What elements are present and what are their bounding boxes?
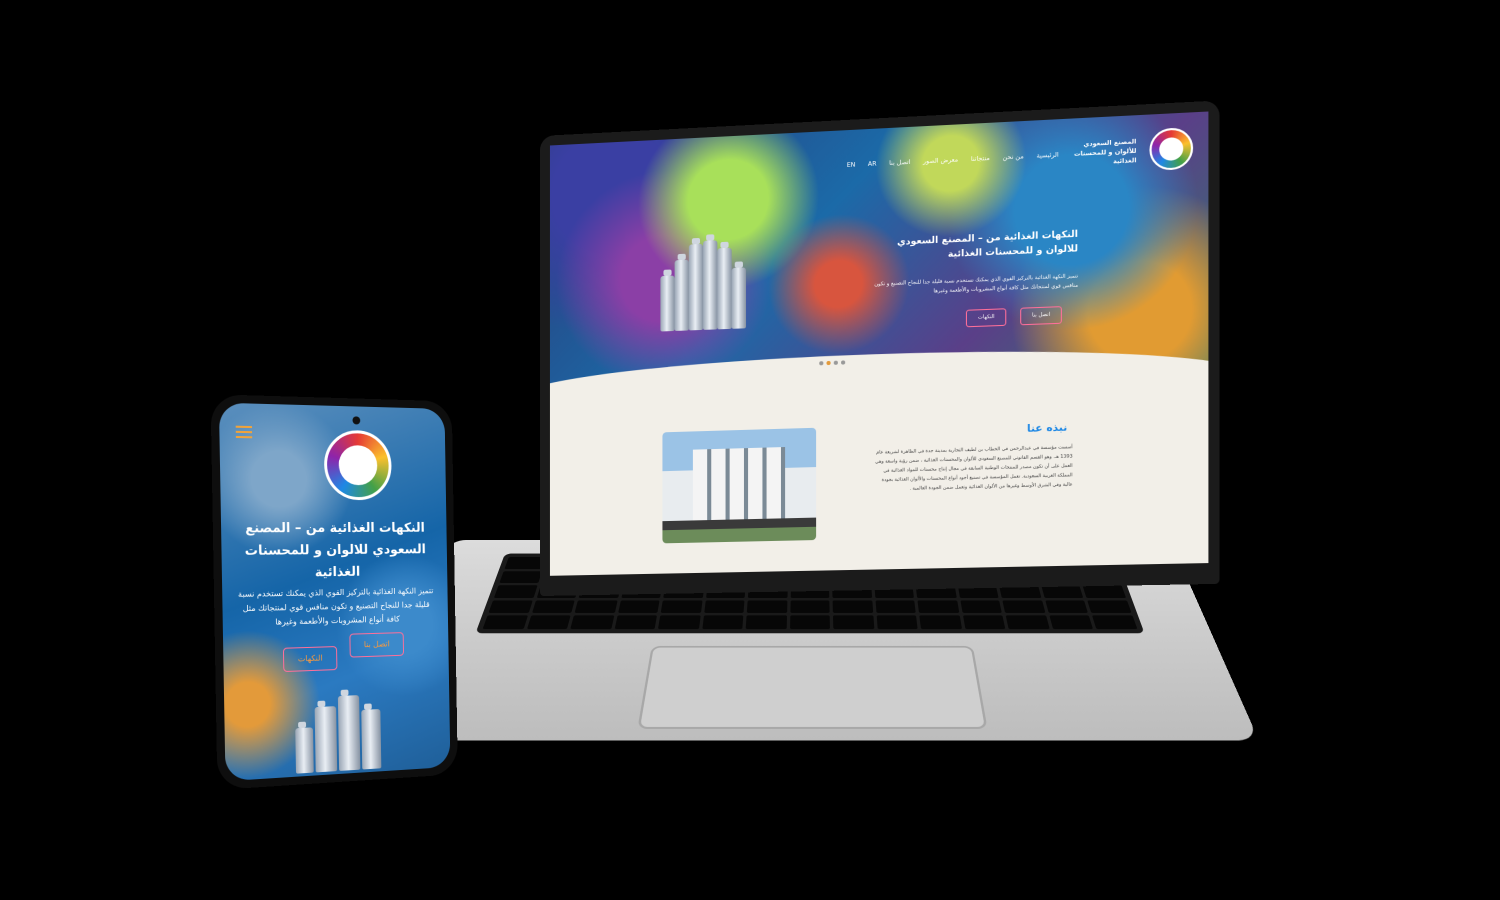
bottle bbox=[338, 695, 360, 771]
flavors-button[interactable]: النكهات bbox=[966, 308, 1006, 327]
hero-section: المصنع السعودي للألوان و للمحسنات الغذائ… bbox=[550, 111, 1208, 395]
keyboard-key bbox=[876, 616, 918, 629]
nav-home[interactable]: الرئيسية bbox=[1037, 151, 1059, 159]
about-heading: نبذه عنا bbox=[1027, 422, 1067, 435]
keyboard-key bbox=[920, 616, 962, 629]
keyboard-key bbox=[618, 600, 660, 613]
bottle bbox=[660, 275, 674, 331]
keyboard-key bbox=[963, 616, 1006, 629]
site-logo[interactable] bbox=[324, 430, 392, 501]
keyboard-key bbox=[526, 616, 570, 629]
keyboard-key bbox=[1041, 585, 1084, 598]
keyboard-key bbox=[960, 600, 1002, 613]
factory-building-image bbox=[662, 428, 816, 544]
laptop-display: المصنع السعودي للألوان و للمحسنات الغذائ… bbox=[540, 100, 1219, 596]
smartphone: النكهات الغذائية من – المصنع السعودي للا… bbox=[211, 394, 458, 790]
bottle bbox=[675, 260, 689, 331]
keyboard-key bbox=[1003, 600, 1046, 613]
keyboard-key bbox=[746, 616, 787, 629]
site-logo[interactable] bbox=[1149, 127, 1193, 171]
keyboard-key bbox=[570, 616, 614, 629]
camera-icon bbox=[352, 416, 360, 424]
keyboard-key bbox=[1006, 616, 1050, 629]
keyboard-key bbox=[1083, 585, 1126, 598]
keyboard-key bbox=[614, 616, 657, 629]
keyboard-key bbox=[499, 571, 541, 583]
product-bottles-image bbox=[295, 689, 393, 774]
bottle bbox=[295, 727, 314, 773]
nav-contact[interactable]: اتصل بنا bbox=[889, 158, 910, 166]
keyboard-key bbox=[1045, 600, 1088, 613]
laptop-trackpad bbox=[637, 646, 987, 729]
keyboard-key bbox=[658, 616, 700, 629]
mobile-hero-description: تتميز النكهة الغذائية بالتركيز القوي الذ… bbox=[234, 584, 437, 631]
bottle bbox=[703, 240, 717, 330]
mobile-contact-button[interactable]: اتصل بنا bbox=[349, 632, 404, 657]
main-navigation: المصنع السعودي للألوان و للمحسنات الغذائ… bbox=[564, 127, 1193, 199]
nav-products[interactable]: منتجاتنا bbox=[971, 154, 990, 162]
device-mockup-scene: المصنع السعودي للألوان و للمحسنات الغذائ… bbox=[0, 0, 1500, 900]
menu-icon[interactable] bbox=[236, 426, 252, 439]
keyboard-key bbox=[661, 600, 702, 613]
lang-en[interactable]: EN bbox=[847, 161, 856, 169]
keyboard-key bbox=[1049, 616, 1093, 629]
slider-dot[interactable] bbox=[841, 360, 845, 364]
lang-ar[interactable]: AR bbox=[868, 160, 877, 168]
slider-dot[interactable] bbox=[834, 361, 838, 365]
desktop-website: المصنع السعودي للألوان و للمحسنات الغذائ… bbox=[550, 111, 1208, 575]
mobile-website: النكهات الغذائية من – المصنع السعودي للا… bbox=[219, 403, 450, 782]
slider-dot[interactable] bbox=[819, 361, 823, 365]
keyboard-key bbox=[704, 600, 745, 613]
slider-dot[interactable] bbox=[826, 361, 830, 365]
keyboard-key bbox=[1088, 600, 1132, 613]
keyboard-key bbox=[790, 616, 831, 629]
mobile-flavors-button[interactable]: النكهات bbox=[283, 646, 338, 672]
keyboard-key bbox=[483, 616, 528, 629]
keyboard-key bbox=[575, 600, 618, 613]
keyboard-key bbox=[494, 585, 537, 598]
bottle bbox=[361, 709, 381, 770]
contact-button[interactable]: اتصل بنا bbox=[1020, 306, 1062, 325]
brand-name: المصنع السعودي للألوان و للمحسنات الغذائ… bbox=[1072, 137, 1137, 168]
nav-gallery[interactable]: معرض الصور bbox=[923, 156, 958, 165]
about-text: أسست مؤسسة في عبدالرحمن في الخطاب بن لطي… bbox=[871, 443, 1072, 495]
keyboard-key bbox=[702, 616, 744, 629]
keyboard-key bbox=[918, 600, 959, 613]
keyboard-key bbox=[488, 600, 532, 613]
keyboard-key bbox=[531, 600, 574, 613]
keyboard-key bbox=[747, 600, 787, 613]
keyboard-key bbox=[833, 616, 874, 629]
nav-about[interactable]: من نحن bbox=[1003, 153, 1024, 161]
product-bottles-image bbox=[660, 232, 752, 332]
bottle bbox=[717, 248, 731, 330]
bottle bbox=[315, 706, 338, 772]
bottle bbox=[732, 267, 746, 328]
hero-description: تتميز النكهة الغذائية بالتركيز القوي الذ… bbox=[866, 272, 1078, 299]
keyboard-key bbox=[1093, 616, 1138, 629]
keyboard-key bbox=[790, 600, 830, 613]
keyboard-key bbox=[833, 600, 873, 613]
bottle bbox=[689, 244, 703, 331]
mobile-hero-title: النكهات الغذائية من – المصنع السعودي للا… bbox=[231, 518, 438, 586]
hero-title: النكهات الغذائية من – المصنع السعودي للا… bbox=[876, 227, 1078, 265]
keyboard-key bbox=[875, 600, 916, 613]
